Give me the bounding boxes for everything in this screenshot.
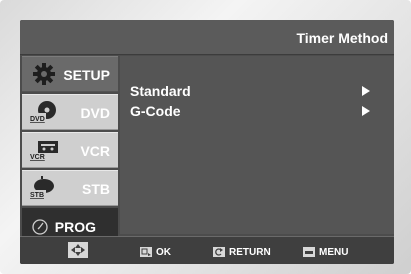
sidebar-item-label: PROG	[54, 219, 96, 235]
sidebar-item-label: DVD	[80, 105, 110, 121]
sidebar-item-vcr[interactable]: VCR VCR	[22, 132, 118, 168]
vcr-icon: VCR	[30, 141, 58, 161]
sidebar-item-stb[interactable]: STB STB	[22, 170, 118, 206]
hint-menu[interactable]: MENU	[303, 245, 348, 259]
menu-item-g-code[interactable]: G-Code	[130, 103, 384, 121]
sidebar-item-label: VCR	[80, 143, 110, 159]
page-title: Timer Method	[296, 30, 388, 46]
hint-label: RETURN	[229, 246, 271, 258]
return-key-icon	[213, 247, 225, 257]
dvd-badge: DVD	[30, 116, 45, 123]
sidebar: SETUP DVD DVD VCR VCR STB STB PROG	[22, 56, 118, 246]
menu-item-label: Standard	[130, 83, 191, 99]
osd-screen: Timer Method SETUP DVD DVD VCR VCR STB S…	[20, 20, 394, 264]
menu-item-label: G-Code	[130, 103, 181, 119]
dpad-icon	[68, 242, 88, 258]
hint-return[interactable]: RETURN	[213, 245, 271, 259]
ok-key-icon	[140, 247, 152, 257]
sidebar-item-label: SETUP	[63, 67, 110, 83]
dvd-icon: DVD	[29, 101, 56, 123]
menu-item-standard[interactable]: Standard	[130, 83, 384, 101]
arrow-right-icon	[362, 106, 370, 116]
sidebar-item-setup[interactable]: SETUP	[22, 56, 118, 92]
sidebar-item-dvd[interactable]: DVD DVD	[22, 94, 118, 130]
gear-icon	[33, 63, 55, 85]
title-bar: Timer Method	[20, 20, 394, 55]
vcr-badge: VCR	[30, 154, 45, 161]
hint-navigate[interactable]	[68, 242, 88, 258]
stb-badge: STB	[30, 192, 44, 199]
sidebar-item-label: STB	[82, 181, 110, 197]
key-hint-bar: OK RETURN MENU	[20, 236, 394, 264]
arrow-right-icon	[362, 86, 370, 96]
stb-icon: STB	[29, 176, 54, 199]
menu-key-icon	[303, 247, 315, 257]
tv-frame: Timer Method SETUP DVD DVD VCR VCR STB S…	[0, 0, 411, 274]
hint-ok[interactable]: OK	[140, 245, 171, 259]
menu-panel: Standard G-Code	[120, 56, 394, 234]
hint-label: OK	[156, 246, 171, 258]
hint-label: MENU	[319, 246, 349, 258]
